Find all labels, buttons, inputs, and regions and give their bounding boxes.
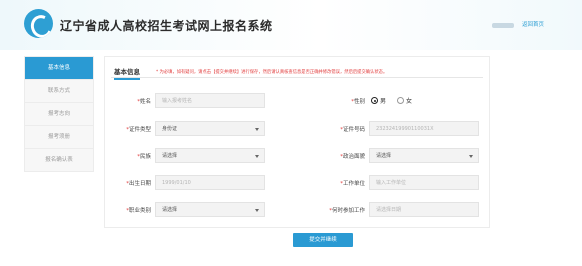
name-input[interactable]: 输入报考姓名	[155, 93, 265, 108]
radio-checked-icon	[371, 97, 378, 104]
political-status-select[interactable]: 请选择	[369, 148, 479, 163]
sidebar-item-confirmation[interactable]: 报名确认表	[25, 149, 93, 172]
id-number-label: *证件号码	[340, 127, 365, 133]
chevron-down-icon	[255, 155, 259, 158]
form-row: *民族 请选择 *政治面貌 请选择	[105, 148, 489, 164]
work-start-input[interactable]: 请选择日期	[369, 202, 479, 217]
sidebar-item-basic-info[interactable]: 基本信息	[25, 57, 93, 80]
form-row: *职业类别 请选择 *何时参加工作 请选择日期	[105, 202, 489, 218]
id-type-select[interactable]: 身份证	[155, 121, 265, 136]
form-panel: 基本信息 * 为必填，如有疑问，请点击【提交并继续】进行保存，然后请认真核查信息…	[104, 56, 490, 228]
chevron-down-icon	[255, 209, 259, 212]
required-note: * 为必填，如有疑问，请点击【提交并继续】进行保存，然后请认真核查信息是否正确并…	[156, 70, 388, 75]
app-title: 辽宁省成人高校招生考试网上报名系统	[60, 19, 273, 33]
work-start-label: *何时参加工作	[329, 208, 365, 214]
home-link[interactable]: 返回首页	[522, 20, 544, 28]
user-name-redacted	[492, 23, 514, 28]
birth-date-label: *出生日期	[126, 181, 151, 187]
ethnicity-select[interactable]: 请选择	[155, 148, 265, 163]
logo-icon	[24, 9, 53, 38]
submit-continue-button[interactable]: 提交并继续	[293, 233, 353, 247]
id-number-input[interactable]: 23232419990110031X	[369, 121, 479, 136]
occupation-select[interactable]: 请选择	[155, 202, 265, 217]
form-row: *姓名 输入报考姓名 *性别 男 女	[105, 93, 489, 109]
form-row: *证件类型 身份证 *证件号码 23232419990110031X	[105, 121, 489, 137]
form-row: *出生日期 1999/01/10 *工作单位 输入工作单位	[105, 175, 489, 191]
id-type-label: *证件类型	[126, 127, 151, 133]
app-header: 辽宁省成人高校招生考试网上报名系统 返回首页	[0, 0, 582, 50]
sidebar-item-contact[interactable]: 联系方式	[25, 80, 93, 103]
section-title: 基本信息	[114, 66, 140, 80]
name-label: *姓名	[137, 99, 151, 105]
chevron-down-icon	[469, 155, 473, 158]
sidebar-item-handbook[interactable]: 报考须册	[25, 126, 93, 149]
work-unit-label: *工作单位	[340, 181, 365, 187]
sidebar-item-application[interactable]: 报考志向	[25, 103, 93, 126]
birth-date-input[interactable]: 1999/01/10	[155, 175, 265, 190]
chevron-down-icon	[255, 128, 259, 131]
radio-unchecked-icon	[397, 97, 404, 104]
gender-label: *性别	[351, 99, 365, 105]
sidebar: 基本信息 联系方式 报考志向 报考须册 报名确认表	[24, 56, 94, 172]
gender-female-radio[interactable]: 女	[397, 96, 412, 105]
gender-male-radio[interactable]: 男	[371, 96, 386, 105]
work-unit-input[interactable]: 输入工作单位	[369, 175, 479, 190]
ethnicity-label: *民族	[137, 154, 151, 160]
political-status-label: *政治面貌	[340, 154, 365, 160]
occupation-label: *职业类别	[126, 208, 151, 214]
panel-header: 基本信息 * 为必填，如有疑问，请点击【提交并继续】进行保存，然后请认真核查信息…	[111, 63, 483, 80]
